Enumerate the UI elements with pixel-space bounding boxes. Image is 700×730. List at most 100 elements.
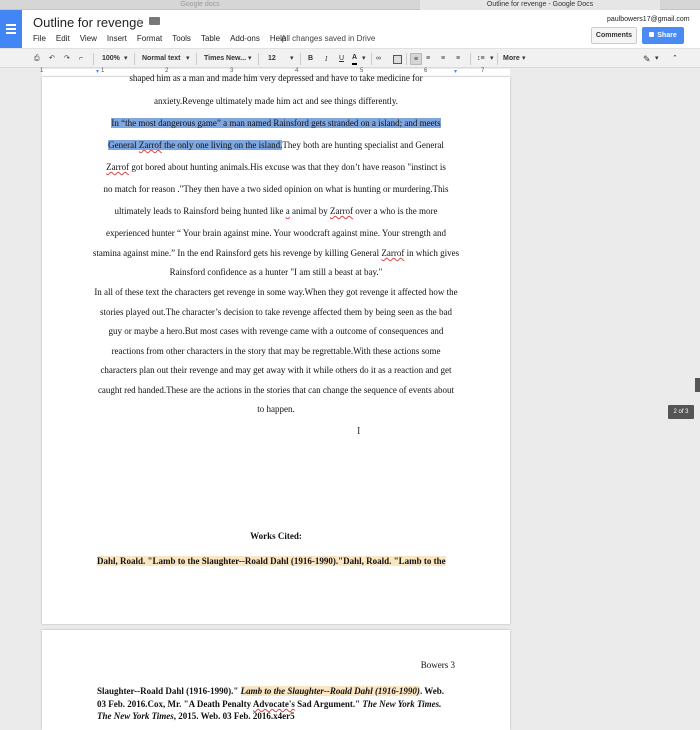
body-line: no match for reason ."They then have a t… xyxy=(103,184,449,194)
print-icon[interactable]: ⎙ xyxy=(34,53,40,65)
folder-icon[interactable] xyxy=(149,17,160,25)
underline-button[interactable]: U xyxy=(339,53,344,65)
comment-icon[interactable] xyxy=(393,55,402,64)
body-line: experienced hunter “ Your brain against … xyxy=(106,228,446,238)
misspelled-word: Zarrof xyxy=(106,162,130,172)
bold-button[interactable]: B xyxy=(308,53,313,65)
menu-table[interactable]: Table xyxy=(201,34,220,43)
citation-text: . Web. xyxy=(419,686,445,696)
text-color-chevron-down-icon[interactable]: ▾ xyxy=(362,53,366,65)
browser-tab-strip: Google docs Outline for revenge - Google… xyxy=(0,0,700,10)
body-text: in which gives xyxy=(404,248,460,258)
body-line: characters plan out their revenge and ma… xyxy=(100,365,452,375)
body-line: reactions from other characters in the s… xyxy=(111,346,441,356)
document-title[interactable]: Outline for revenge xyxy=(33,15,144,30)
body-line: ultimately leads to Rainsford being hunt… xyxy=(42,206,510,216)
selected-text: In “the most dangerous game” a man named… xyxy=(111,118,441,128)
link-icon[interactable]: ∞ xyxy=(376,53,381,65)
undo-icon[interactable]: ↶ xyxy=(49,53,55,65)
citation-text: The New York Times. xyxy=(362,699,442,709)
comments-button[interactable]: Comments xyxy=(591,27,637,44)
formatting-toolbar: ⎙ ↶ ↷ ⌐ 100% ▾ Normal text ▾ Times New..… xyxy=(0,48,700,68)
citation-text: Sad Argument." xyxy=(294,699,363,709)
body-line: Rainsford confidence as a hunter "I am s… xyxy=(169,267,383,277)
body-line: to happen. xyxy=(257,404,295,414)
document-page[interactable]: shaped him as a man and made him very de… xyxy=(42,73,510,624)
body-line-selected: In “the most dangerous game” a man named… xyxy=(42,118,510,128)
menu-addons[interactable]: Add-ons xyxy=(230,34,260,43)
docs-logo-icon[interactable] xyxy=(0,10,22,48)
misspelled-word: Zarrof xyxy=(381,248,405,258)
body-line: Zarrof got bored about hunting animals.H… xyxy=(42,162,510,172)
account-email[interactable]: paulbowers17@gmail.com xyxy=(607,16,690,23)
menu-format[interactable]: Format xyxy=(137,34,162,43)
text-cursor-icon: I xyxy=(357,426,361,437)
align-left-icon[interactable]: ≡ xyxy=(410,53,422,65)
document-page[interactable]: Bowers 3 Slaughter--Roald Dahl (1916-199… xyxy=(42,630,510,730)
body-line: General Zarrof the only one living on th… xyxy=(42,140,510,150)
line-spacing-icon[interactable]: ↕≡ xyxy=(477,53,485,65)
menu-bar: File Edit View Insert Format Tools Table… xyxy=(33,34,296,43)
body-line: guy or maybe a hero.But most cases with … xyxy=(108,326,444,336)
citation-line: Dahl, Roald. "Lamb to the Slaughter--Roa… xyxy=(97,556,446,566)
menu-view[interactable]: View xyxy=(80,34,97,43)
align-right-icon[interactable]: ≡ xyxy=(441,53,445,65)
body-text: over a who is the more xyxy=(352,206,438,216)
font-select[interactable]: Times New... xyxy=(204,53,246,65)
paint-format-icon[interactable]: ⌐ xyxy=(79,53,83,65)
citation-line: Slaughter--Roald Dahl (1916-1990)." Lamb… xyxy=(97,686,444,696)
body-line: In all of these text the characters get … xyxy=(94,287,458,297)
citation-text: 03 Feb. 2016.Cox, Mr. "A Death Penalty xyxy=(97,699,253,709)
body-line: anxiety.Revenge ultimately made him act … xyxy=(153,96,399,106)
misspelled-word: Advocate's xyxy=(252,699,295,709)
body-line: shaped him as a man and made him very de… xyxy=(129,73,423,83)
italic-button[interactable]: I xyxy=(325,53,327,65)
zoom-select[interactable]: 100% xyxy=(102,53,120,65)
star-icon[interactable]: ☆ xyxy=(134,15,144,28)
menu-insert[interactable]: Insert xyxy=(107,34,127,43)
menu-edit[interactable]: Edit xyxy=(56,34,70,43)
citation-text: Slaughter--Roald Dahl (1916-1990)." xyxy=(97,686,241,696)
save-status[interactable]: All changes saved in Drive xyxy=(281,34,375,43)
body-text: ultimately leads to Rainsford being hunt… xyxy=(114,206,286,216)
page-header-text: Bowers 3 xyxy=(420,660,455,670)
browser-tab-background[interactable]: Google docs xyxy=(100,0,300,10)
menu-tools[interactable]: Tools xyxy=(172,34,191,43)
body-text: They both are hunting specialist and Gen… xyxy=(282,140,444,150)
scrollbar-thumb[interactable] xyxy=(695,378,700,392)
menu-file[interactable]: File xyxy=(33,34,46,43)
zoom-chevron-down-icon[interactable]: ▾ xyxy=(124,53,128,65)
browser-tab-active[interactable]: Outline for revenge - Google Docs xyxy=(420,0,660,10)
body-text: animal by xyxy=(289,206,330,216)
share-button[interactable]: Share xyxy=(642,27,684,44)
docs-header: Outline for revenge ☆ File Edit View Ins… xyxy=(0,10,700,48)
highlighted-citation: Lamb to the Slaughter--Roald Dahl (1916-… xyxy=(240,686,420,696)
selected-text: General xyxy=(108,140,139,150)
align-justify-icon[interactable]: ≡ xyxy=(456,53,460,65)
body-line: stamina against mine.” In the end Rainsf… xyxy=(42,248,510,258)
edit-mode-chevron-down-icon[interactable]: ▾ xyxy=(655,53,659,65)
highlighted-citation: Dahl, Roald. "Lamb to the Slaughter--Roa… xyxy=(97,556,446,566)
size-chevron-down-icon[interactable]: ▾ xyxy=(290,53,294,65)
edit-mode-pencil-icon[interactable]: ✎ xyxy=(643,53,651,65)
more-button[interactable]: More xyxy=(503,53,520,65)
style-chevron-down-icon[interactable]: ▾ xyxy=(186,53,190,65)
body-line: caught red handed.These are the actions … xyxy=(97,385,455,395)
share-label: Share xyxy=(657,32,677,39)
selected-text: Zarrof xyxy=(138,140,162,150)
font-size-select[interactable]: 12 xyxy=(268,53,276,65)
body-line: stories played out.The character’s decis… xyxy=(99,307,453,317)
lock-icon xyxy=(649,32,655,37)
more-chevron-down-icon[interactable]: ▾ xyxy=(522,53,526,65)
page-indicator: 2 of 3 xyxy=(668,405,694,419)
line-spacing-chevron-down-icon[interactable]: ▾ xyxy=(490,53,494,65)
body-text: stamina against mine.” In the end Rainsf… xyxy=(92,248,382,258)
style-select[interactable]: Normal text xyxy=(142,53,181,65)
works-cited-heading: Works Cited: xyxy=(250,531,302,541)
misspelled-word: Zarrof xyxy=(330,206,353,216)
align-center-icon[interactable]: ≡ xyxy=(426,53,430,65)
text-color-button[interactable]: A xyxy=(352,53,358,65)
redo-icon[interactable]: ↷ xyxy=(64,53,70,65)
font-chevron-down-icon[interactable]: ▾ xyxy=(248,53,252,65)
collapse-chevron-up-icon[interactable]: ⌃ xyxy=(672,53,678,65)
